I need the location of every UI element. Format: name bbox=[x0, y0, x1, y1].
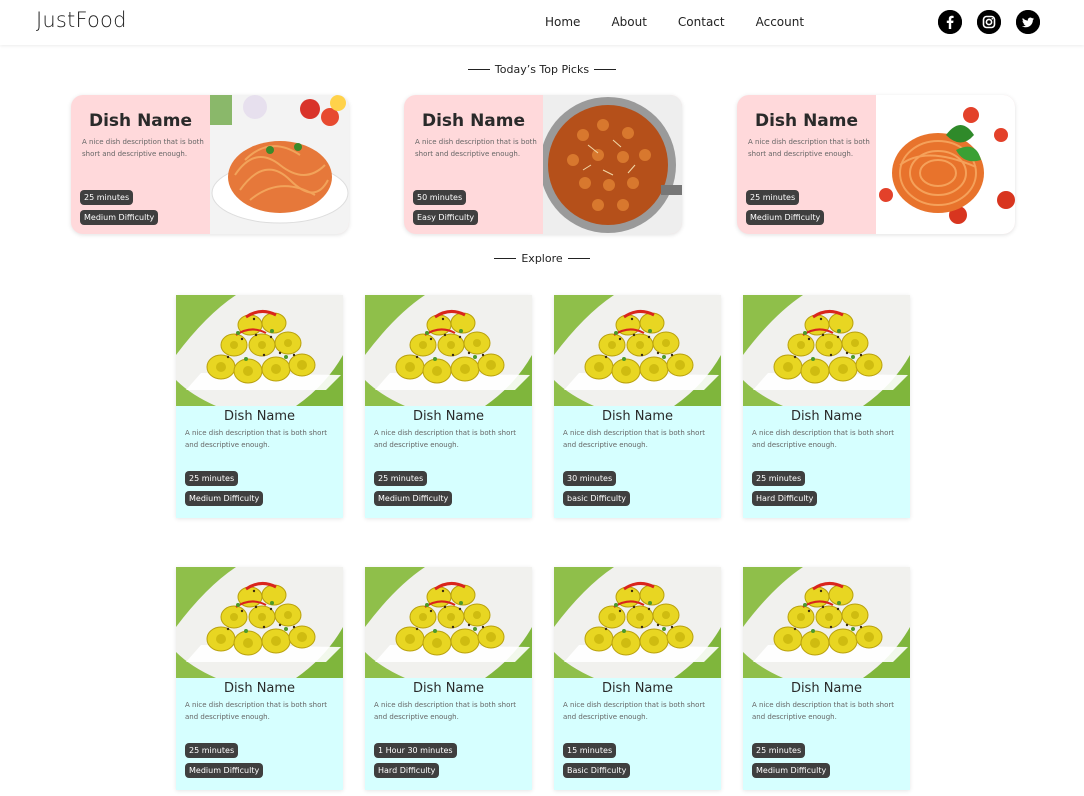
dish-description: A nice dish description that is both sho… bbox=[415, 138, 537, 158]
time-badge: 25 minutes bbox=[80, 190, 134, 205]
dish-title: Dish Name bbox=[421, 111, 526, 131]
difficulty-badge: Medium Difficulty bbox=[752, 763, 831, 778]
explore-heading: Explore bbox=[0, 252, 1084, 265]
top-picks-heading: Today’s Top Picks bbox=[0, 63, 1084, 76]
explore-card[interactable]: Dish Name A nice dish description that i… bbox=[365, 567, 532, 790]
difficulty-badge: basic Difficulty bbox=[563, 491, 630, 506]
divider bbox=[467, 69, 490, 70]
difficulty-badge: Medium Difficulty bbox=[80, 210, 159, 225]
difficulty-badge: Medium Difficulty bbox=[185, 491, 264, 506]
time-badge: 25 minutes bbox=[185, 743, 239, 758]
main-nav: Home About Contact Account bbox=[545, 15, 835, 29]
time-badge: 25 minutes bbox=[374, 471, 428, 486]
nav-home[interactable]: Home bbox=[545, 15, 580, 29]
difficulty-badge: Medium Difficulty bbox=[185, 763, 264, 778]
dish-description: A nice dish description that is both sho… bbox=[374, 429, 516, 449]
dish-description: A nice dish description that is both sho… bbox=[185, 429, 327, 449]
instagram-icon[interactable] bbox=[977, 10, 1001, 34]
dish-description: A nice dish description that is both sho… bbox=[752, 429, 894, 449]
explore-card[interactable]: Dish Name A nice dish description that i… bbox=[554, 295, 721, 518]
top-pick-card[interactable]: Dish Name A nice dish description that i… bbox=[71, 95, 349, 234]
top-header: JustFood Home About Contact Account bbox=[0, 0, 1084, 45]
dish-image bbox=[176, 567, 343, 678]
difficulty-badge: Hard Difficulty bbox=[752, 491, 818, 506]
dish-title: Dish Name bbox=[790, 409, 863, 424]
dish-description: A nice dish description that is both sho… bbox=[563, 701, 705, 721]
dish-image bbox=[876, 95, 1015, 234]
dish-image bbox=[210, 95, 349, 234]
time-badge: 1 Hour 30 minutes bbox=[374, 743, 457, 758]
difficulty-badge: Basic Difficulty bbox=[563, 763, 631, 778]
brand-logo[interactable]: JustFood bbox=[36, 8, 127, 32]
explore-card[interactable]: Dish Name A nice dish description that i… bbox=[743, 567, 910, 790]
explore-card[interactable]: Dish Name A nice dish description that i… bbox=[743, 295, 910, 518]
time-badge: 25 minutes bbox=[746, 190, 800, 205]
nav-contact[interactable]: Contact bbox=[678, 15, 725, 29]
dish-description: A nice dish description that is both sho… bbox=[82, 138, 204, 158]
dish-title: Dish Name bbox=[412, 409, 485, 424]
dish-image bbox=[365, 295, 532, 406]
dish-image bbox=[554, 295, 721, 406]
dish-title: Dish Name bbox=[412, 681, 485, 696]
facebook-icon[interactable] bbox=[938, 10, 962, 34]
explore-card[interactable]: Dish Name A nice dish description that i… bbox=[176, 295, 343, 518]
dish-image bbox=[365, 567, 532, 678]
difficulty-badge: Medium Difficulty bbox=[746, 210, 825, 225]
time-badge: 25 minutes bbox=[752, 471, 806, 486]
time-badge: 15 minutes bbox=[563, 743, 617, 758]
dish-image bbox=[554, 567, 721, 678]
explore-card[interactable]: Dish Name A nice dish description that i… bbox=[554, 567, 721, 790]
explore-card[interactable]: Dish Name A nice dish description that i… bbox=[176, 567, 343, 790]
time-badge: 30 minutes bbox=[563, 471, 617, 486]
dish-title: Dish Name bbox=[88, 111, 193, 131]
divider bbox=[567, 258, 590, 259]
time-badge: 50 minutes bbox=[413, 190, 467, 205]
time-badge: 25 minutes bbox=[185, 471, 239, 486]
dish-description: A nice dish description that is both sho… bbox=[563, 429, 705, 449]
divider bbox=[594, 69, 617, 70]
explore-card[interactable]: Dish Name A nice dish description that i… bbox=[365, 295, 532, 518]
dish-title: Dish Name bbox=[754, 111, 859, 131]
nav-account[interactable]: Account bbox=[756, 15, 804, 29]
dish-image bbox=[543, 95, 682, 234]
nav-about[interactable]: About bbox=[611, 15, 646, 29]
dish-image bbox=[743, 295, 910, 406]
dish-description: A nice dish description that is both sho… bbox=[185, 701, 327, 721]
divider bbox=[494, 258, 517, 259]
twitter-icon[interactable] bbox=[1016, 10, 1040, 34]
dish-title: Dish Name bbox=[601, 409, 674, 424]
dish-description: A nice dish description that is both sho… bbox=[752, 701, 894, 721]
difficulty-badge: Medium Difficulty bbox=[374, 491, 453, 506]
dish-title: Dish Name bbox=[790, 681, 863, 696]
dish-title: Dish Name bbox=[223, 409, 296, 424]
dish-image bbox=[176, 295, 343, 406]
top-pick-card[interactable]: Dish Name A nice dish description that i… bbox=[737, 95, 1015, 234]
difficulty-badge: Hard Difficulty bbox=[374, 763, 440, 778]
difficulty-badge: Easy Difficulty bbox=[413, 210, 479, 225]
dish-title: Dish Name bbox=[601, 681, 674, 696]
dish-title: Dish Name bbox=[223, 681, 296, 696]
dish-description: A nice dish description that is both sho… bbox=[374, 701, 516, 721]
dish-description: A nice dish description that is both sho… bbox=[748, 138, 870, 158]
top-pick-card[interactable]: Dish Name A nice dish description that i… bbox=[404, 95, 682, 234]
dish-image bbox=[743, 567, 910, 678]
time-badge: 25 minutes bbox=[752, 743, 806, 758]
